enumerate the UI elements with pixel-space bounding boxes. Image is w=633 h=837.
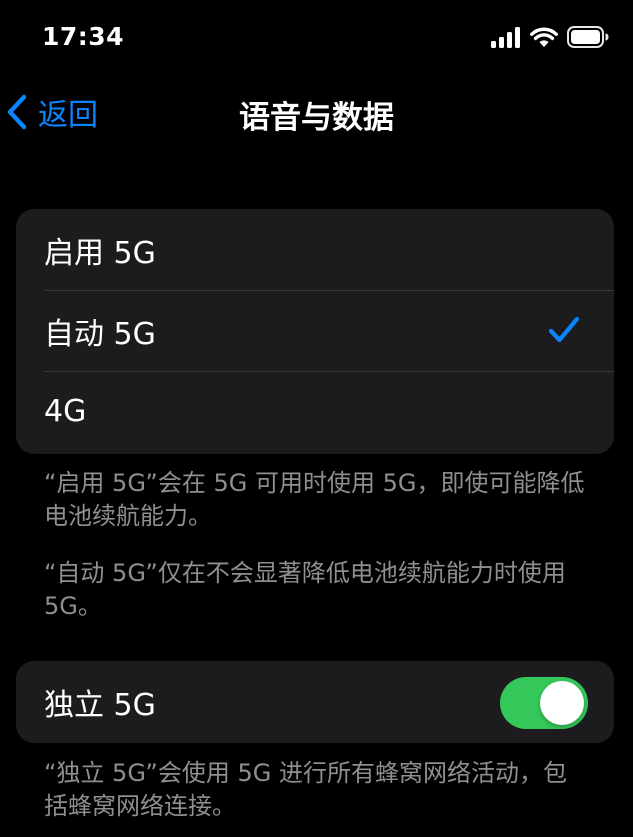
- status-time: 17:34: [42, 22, 125, 51]
- standalone-5g-group: 独立 5G: [16, 661, 614, 743]
- option-4g[interactable]: 4G: [16, 371, 614, 452]
- status-bar: 17:34: [0, 0, 633, 80]
- auto-5g-note: “自动 5G”仅在不会显著降低电池续航能力时使用 5G。: [44, 559, 566, 620]
- standalone-5g-note: “独立 5G”会使用 5G 进行所有蜂窝网络活动，包括蜂窝网络连接。: [44, 759, 567, 820]
- option-label: 自动 5G: [44, 316, 156, 352]
- enable-5g-note: “启用 5G”会在 5G 可用时使用 5G，即使可能降低电池续航能力。: [44, 469, 585, 530]
- option-auto-5g[interactable]: 自动 5G: [16, 290, 614, 371]
- toggle-knob: [540, 681, 584, 725]
- standalone-5g-row: 独立 5G: [16, 661, 614, 743]
- page-title: 语音与数据: [239, 100, 394, 136]
- cellular-signal-icon: [491, 27, 520, 48]
- status-icons: [491, 26, 609, 48]
- standalone-5g-toggle[interactable]: [500, 677, 588, 729]
- battery-icon: [567, 26, 609, 48]
- standalone-5g-label: 独立 5G: [44, 688, 156, 723]
- wifi-icon: [530, 27, 558, 47]
- checkmark-icon: [548, 316, 580, 343]
- option-label: 启用 5G: [44, 235, 156, 271]
- option-label: 4G: [44, 394, 87, 429]
- nav-bar: 返回 语音与数据: [0, 80, 633, 144]
- option-enable-5g[interactable]: 启用 5G: [16, 209, 614, 290]
- network-options-group: 启用 5G 自动 5G 4G: [16, 209, 614, 454]
